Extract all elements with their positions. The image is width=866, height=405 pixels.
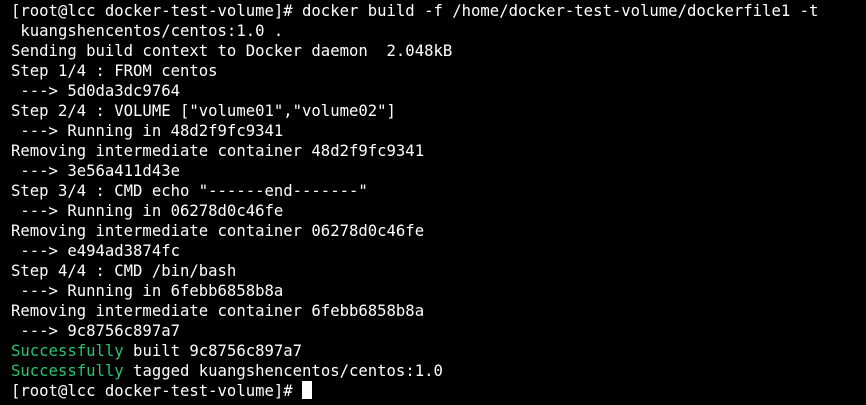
terminal-output: [root@lcc docker-test-volume]# docker bu… [11,1,866,401]
success-tagged-detail: tagged kuangshencentos/centos:1.0 [123,362,443,380]
success-keyword: Successfully [11,342,124,360]
success-keyword: Successfully [11,362,124,380]
terminal-line: Step 4/4 : CMD /bin/bash [11,262,237,280]
success-built-line: Successfully built 9c8756c897a7 [11,341,866,361]
terminal-line: [root@lcc docker-test-volume]# docker bu… [11,2,819,20]
terminal-line: Removing intermediate container 48d2f9fc… [11,142,425,160]
terminal-line: Removing intermediate container 06278d0c… [11,222,425,240]
terminal-line: ---> 3e56a411d43e [11,162,180,180]
terminal-line: ---> Running in 06278d0c46fe [11,202,284,220]
terminal-line: Step 1/4 : FROM centos [11,62,218,80]
terminal-line: Sending build context to Docker daemon 2… [11,42,453,60]
prompt-line[interactable]: [root@lcc docker-test-volume]# [11,381,866,401]
terminal-line: ---> Running in 6febb6858b8a [11,282,284,300]
terminal-line: Step 3/4 : CMD echo "------end-------" [11,182,368,200]
terminal-line: Step 2/4 : VOLUME ["volume01","volume02"… [11,102,396,120]
terminal-line: ---> 5d0da3dc9764 [11,82,180,100]
terminal-line: ---> Running in 48d2f9fc9341 [11,122,284,140]
terminal-line: ---> 9c8756c897a7 [11,322,180,340]
terminal-line: ---> e494ad3874fc [11,242,180,260]
success-built-detail: built 9c8756c897a7 [123,342,303,360]
terminal-line: Removing intermediate container 6febb685… [11,302,425,320]
terminal-window[interactable]: [root@lcc docker-test-volume]# docker bu… [0,0,866,405]
text-cursor[interactable] [302,381,313,399]
success-tagged-line: Successfully tagged kuangshencentos/cent… [11,361,866,381]
shell-prompt: [root@lcc docker-test-volume]# [11,382,303,400]
terminal-line: kuangshencentos/centos:1.0 . [11,22,284,40]
